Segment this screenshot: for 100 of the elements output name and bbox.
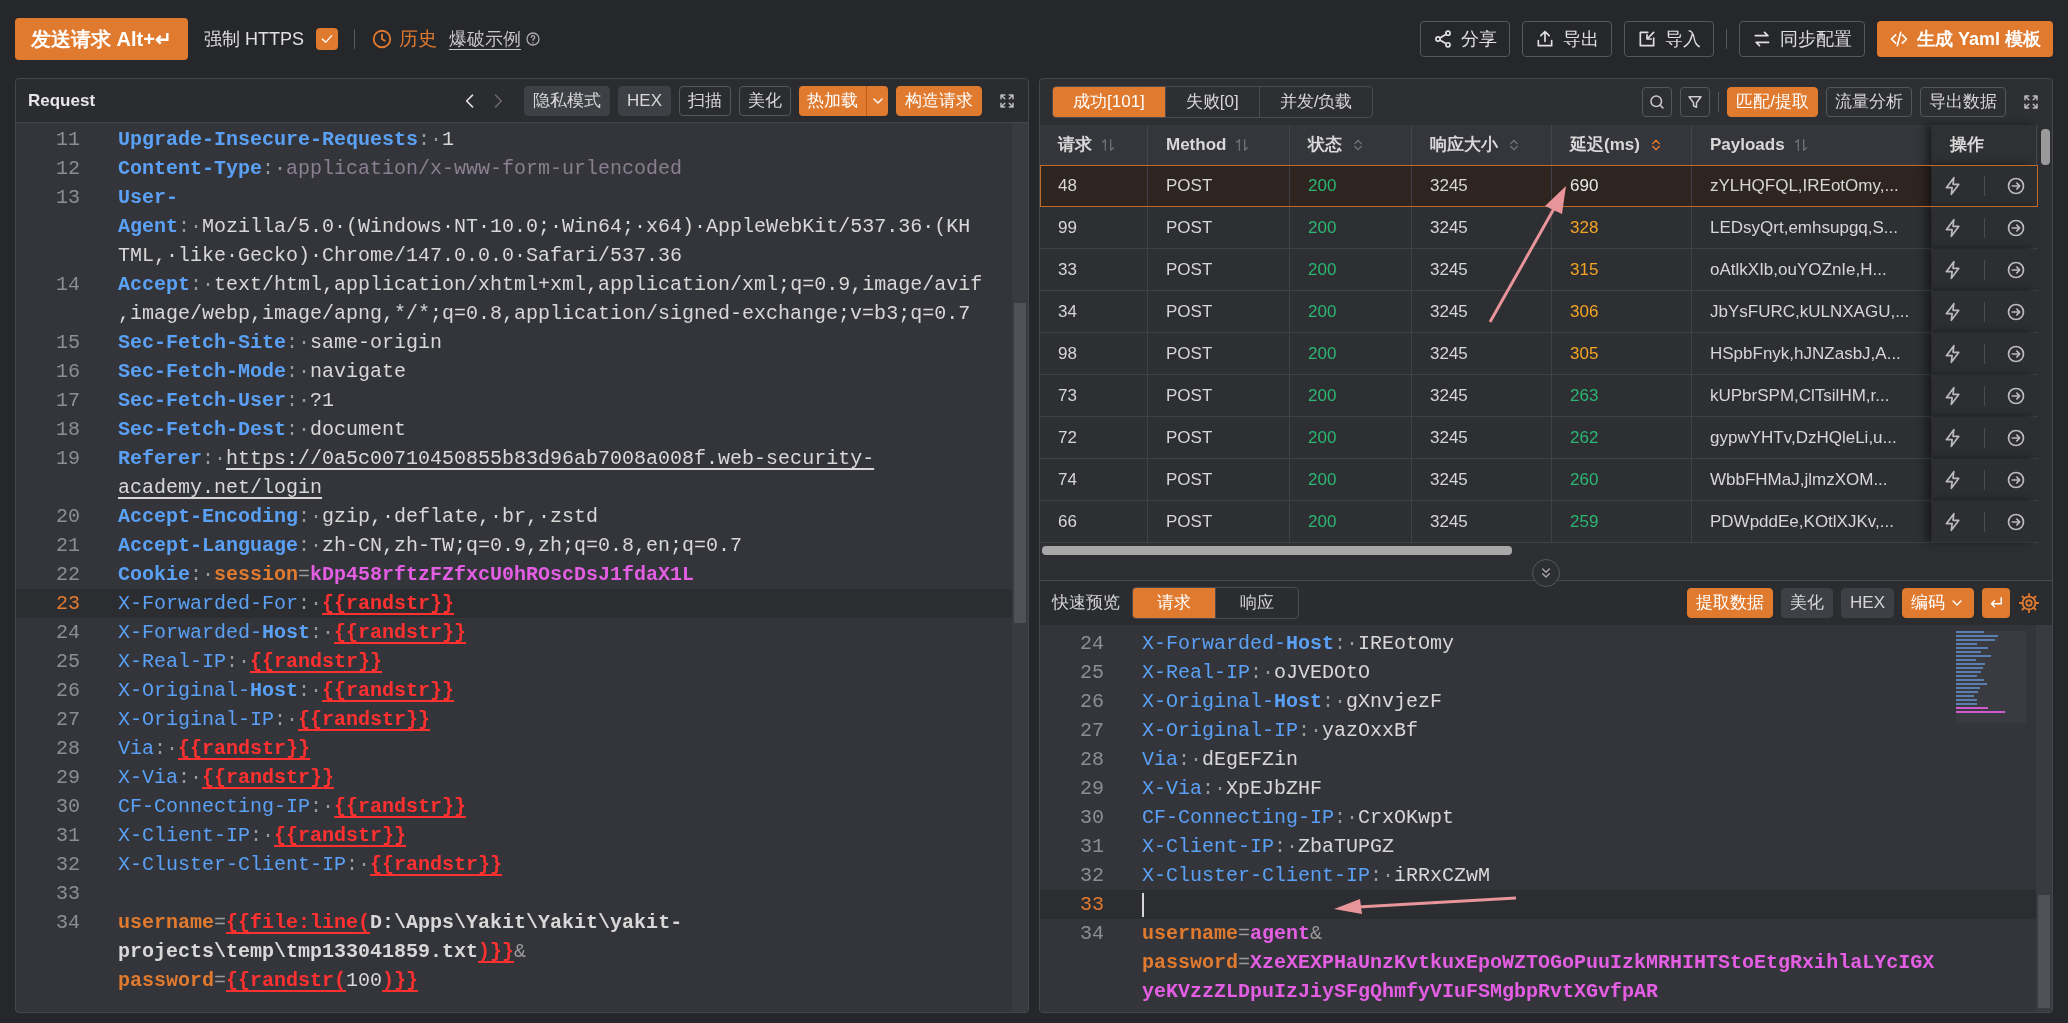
example-link[interactable]: 爆破示例 — [448, 25, 521, 53]
arrow-circle-icon[interactable] — [2006, 343, 2027, 364]
code-line: Accept-Language:·zh-CN,zh-TW;q=0.9,zh;q=0.8,en;q=0.7 — [118, 533, 744, 559]
table-cell: POST — [1148, 501, 1290, 542]
arrow-circle-icon[interactable] — [2006, 259, 2027, 280]
table-cell: 200 — [1290, 249, 1412, 290]
code-line: CF-Connecting-IP:·{{randstr}} — [118, 794, 468, 820]
column-header[interactable]: 延迟(ms) — [1570, 132, 1640, 158]
code-line: X-Client-IP:·ZbaTUPGZ — [1142, 834, 1396, 860]
line-number: 29 — [1079, 776, 1105, 802]
scrollbar-thumb[interactable] — [2041, 129, 2050, 165]
table-row[interactable]: 98 POST 200 3245 305 HSpbFnyk,hJNZasbJ,A... — [1040, 333, 2038, 375]
toolbar-button[interactable]: HEX — [1841, 588, 1894, 618]
column-header[interactable]: 状态 — [1308, 132, 1342, 158]
line-number: 22 — [55, 562, 81, 588]
line-number: 24 — [1079, 631, 1105, 657]
dropdown-button[interactable] — [866, 85, 888, 116]
line-number: 23 — [55, 591, 81, 617]
toolbar-button[interactable]: HEX — [618, 85, 671, 116]
table-cell: 66 — [1040, 501, 1148, 542]
table-cell: 48 — [1040, 165, 1148, 206]
line-number: 15 — [55, 330, 81, 356]
tab[interactable]: 响应 — [1215, 588, 1298, 618]
table-cell: POST — [1148, 417, 1290, 458]
scrollbar-thumb[interactable] — [1042, 546, 1512, 555]
table-cell: 315 — [1552, 249, 1692, 290]
arrow-circle-icon[interactable] — [2006, 301, 2027, 322]
table-row[interactable]: 33 POST 200 3245 315 oAtlkXIb,ouYOZnIe,H... — [1040, 249, 2038, 291]
toolbar-button[interactable]: 导出 — [1521, 21, 1612, 57]
toolbar-button[interactable]: 导入 — [1623, 21, 1714, 57]
toolbar-button[interactable]: 导出数据 — [1920, 87, 2006, 117]
code-line: Accept-Encoding:·gzip,·deflate,·br,·zstd — [118, 504, 600, 530]
sort-icon[interactable] — [1792, 137, 1809, 153]
arrow-circle-icon[interactable] — [2006, 427, 2027, 448]
toolbar-button[interactable]: 流量分析 — [1826, 87, 1912, 117]
table-cell: POST — [1148, 333, 1290, 374]
enter-button[interactable] — [1982, 588, 2010, 618]
filter-button[interactable] — [1680, 87, 1711, 117]
code-line: X-Cluster-Client-IP:·{{randstr}} — [118, 852, 504, 878]
history-button[interactable]: 历史 — [370, 24, 437, 54]
table-row[interactable]: 99 POST 200 3245 328 LEDsyQrt,emhsupgq,S... — [1040, 207, 2038, 249]
code-line: Sec-Fetch-User:·?1 — [118, 388, 336, 414]
code-icon — [1888, 29, 1909, 49]
arrow-circle-icon[interactable] — [2006, 217, 2027, 238]
column-header[interactable]: Method — [1166, 132, 1227, 158]
line-number: 33 — [55, 881, 81, 907]
line-number: 33 — [1079, 892, 1105, 918]
column-header[interactable]: 请求 — [1058, 132, 1092, 158]
arrow-circle-icon[interactable] — [2006, 511, 2027, 532]
table-cell: 263 — [1552, 375, 1692, 416]
table-cell: 98 — [1040, 333, 1148, 374]
table-cell: 262 — [1552, 417, 1692, 458]
toolbar-button[interactable]: 扫描 — [679, 85, 731, 116]
table-row[interactable]: 48 POST 200 3245 690 zYLHQFQL,IREotOmy,... — [1040, 165, 2038, 207]
line-number: 31 — [1079, 834, 1105, 860]
settings-icon[interactable] — [2018, 592, 2040, 614]
code-line: Via:·dEgEFZin — [1142, 747, 1300, 773]
table-cell: 305 — [1552, 333, 1692, 374]
toolbar-button[interactable]: 隐私模式 — [524, 85, 611, 116]
toolbar-button[interactable]: 美化 — [739, 85, 791, 116]
table-cell: 200 — [1290, 417, 1412, 458]
tab[interactable]: 并发/负载 — [1258, 87, 1373, 117]
line-number: 18 — [55, 417, 81, 443]
toolbar-button[interactable]: 美化 — [1781, 588, 1834, 618]
line-number: 30 — [1079, 805, 1105, 831]
line-number: 16 — [55, 359, 81, 385]
code-line: X-Real-IP:·{{randstr}} — [118, 649, 384, 675]
toolbar-button[interactable]: 同步配置 — [1738, 21, 1865, 57]
line-number: 29 — [55, 765, 81, 791]
column-header[interactable]: Payloads — [1710, 132, 1785, 158]
line-number: 30 — [55, 794, 81, 820]
column-header[interactable]: 响应大小 — [1430, 132, 1498, 158]
table-row[interactable]: 34 POST 200 3245 306 JbYsFURC,kULNXAGU,... — [1040, 291, 2038, 333]
table-cell: 3245 — [1412, 417, 1552, 458]
arrow-circle-icon[interactable] — [2006, 469, 2027, 490]
preview-label: 快速预览 — [1052, 592, 1120, 615]
table-row[interactable]: 74 POST 200 3245 260 WbbFHMaJ,jlmzXOM... — [1040, 459, 2038, 501]
fullscreen-icon[interactable] — [2022, 93, 2040, 111]
table-cell: 259 — [1552, 501, 1692, 542]
fullscreen-icon[interactable] — [998, 91, 1016, 110]
tab[interactable]: 失败[0] — [1164, 87, 1259, 117]
sort-icon[interactable] — [1234, 137, 1251, 153]
line-number: 24 — [55, 620, 81, 646]
arrow-circle-icon[interactable] — [2006, 385, 2027, 406]
code-line: X-Original-Host:·gXnvjezF — [1142, 689, 1444, 715]
arrow-circle-icon[interactable] — [2006, 175, 2027, 196]
https-checkbox[interactable] — [315, 28, 338, 50]
toolbar-button[interactable]: 分享 — [1419, 21, 1510, 57]
table-row[interactable]: 72 POST 200 3245 262 gypwYHTv,DzHQleLi,u... — [1040, 417, 2038, 459]
line-number: 13 — [55, 185, 81, 211]
table-cell: POST — [1148, 291, 1290, 332]
table-row[interactable]: 66 POST 200 3245 259 PDWpddEe,KOtlXJKv,... — [1040, 501, 2038, 543]
table-row[interactable]: 73 POST 200 3245 263 kUPbrSPM,ClTsilHM,r... — [1040, 375, 2038, 417]
code-line: CF-Connecting-IP:·CrxOKwpt — [1142, 805, 1456, 831]
table-cell: 3245 — [1412, 291, 1552, 332]
sort-icon[interactable] — [1100, 137, 1116, 153]
help-icon[interactable] — [524, 31, 541, 47]
search-button[interactable] — [1642, 87, 1673, 117]
table-cell: 200 — [1290, 501, 1412, 542]
collapse-button[interactable] — [1532, 559, 1560, 587]
